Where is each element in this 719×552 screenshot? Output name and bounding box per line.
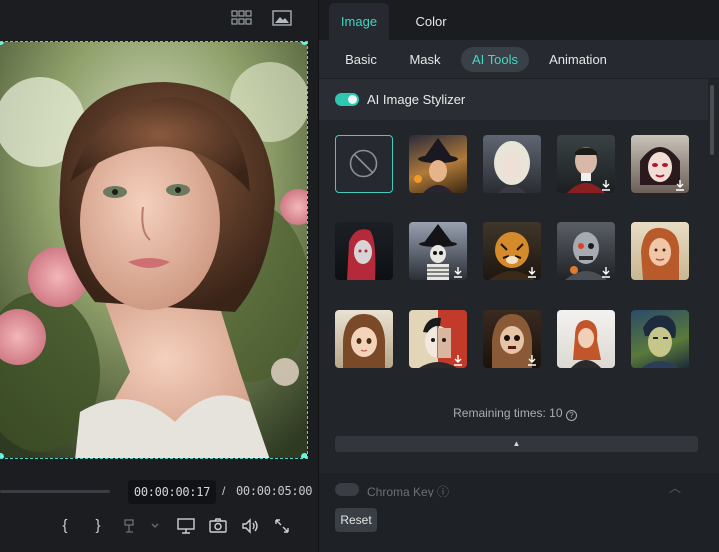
chroma-key-row: Chroma Key ⓘ ︿ bbox=[319, 473, 719, 497]
preview-area: 00:00:00:17 / 00:00:05:00 { } bbox=[0, 0, 318, 552]
no-style-icon bbox=[349, 149, 378, 178]
remaining-label: Remaining times: 10 bbox=[453, 406, 563, 420]
style-watercolor[interactable] bbox=[557, 310, 615, 368]
subtab-basic[interactable]: Basic bbox=[339, 47, 383, 72]
mark-out-button[interactable]: } bbox=[91, 516, 105, 536]
camera-icon[interactable] bbox=[208, 516, 228, 536]
style-van-gogh[interactable] bbox=[631, 310, 689, 368]
download-icon bbox=[676, 180, 684, 191]
style-painted-portrait[interactable] bbox=[631, 222, 689, 280]
collapse-button[interactable]: ▲ bbox=[335, 436, 698, 452]
style-anime-girl[interactable] bbox=[335, 310, 393, 368]
chroma-key-toggle[interactable] bbox=[335, 483, 359, 496]
resize-handle[interactable] bbox=[0, 453, 4, 458]
split-icon[interactable] bbox=[122, 516, 160, 536]
panel-tabs: Image Color bbox=[319, 0, 719, 40]
subtab-mask[interactable]: Mask bbox=[403, 47, 447, 72]
style-doll[interactable] bbox=[483, 310, 541, 368]
timecode-current[interactable]: 00:00:00:17 bbox=[128, 480, 216, 504]
download-icon bbox=[528, 355, 536, 366]
style-red-hair-ghost[interactable] bbox=[335, 222, 393, 280]
preview-toolbar bbox=[0, 0, 318, 38]
app-root: 00:00:00:17 / 00:00:05:00 { } Image Colo… bbox=[0, 0, 719, 552]
stylizer-header: AI Image Stylizer bbox=[319, 79, 708, 120]
style-cyborg[interactable] bbox=[557, 222, 615, 280]
ai-tools-content: AI Image Stylizer Remaining times: 10 ? … bbox=[319, 79, 719, 473]
download-icon bbox=[528, 267, 536, 278]
preview-canvas[interactable] bbox=[0, 41, 308, 459]
subtab-ai-tools[interactable]: AI Tools bbox=[461, 47, 529, 72]
playback-scrubber[interactable] bbox=[0, 490, 110, 493]
chroma-key-label: Chroma Key ⓘ bbox=[367, 485, 450, 497]
mark-in-button[interactable]: { bbox=[58, 516, 72, 536]
image-icon[interactable] bbox=[272, 10, 294, 28]
tab-color[interactable]: Color bbox=[403, 3, 459, 40]
display-icon[interactable] bbox=[176, 516, 196, 536]
timecode-total: 00:00:05:00 bbox=[236, 484, 313, 498]
timecode-separator: / bbox=[222, 484, 226, 498]
subtab-animation[interactable]: Animation bbox=[545, 47, 611, 72]
style-zombie-man[interactable] bbox=[557, 135, 615, 193]
resize-handle[interactable] bbox=[301, 453, 307, 458]
stylizer-label: AI Image Stylizer bbox=[367, 92, 466, 107]
stylizer-toggle[interactable] bbox=[335, 93, 359, 106]
download-icon bbox=[454, 355, 462, 366]
tab-image[interactable]: Image bbox=[329, 3, 389, 40]
preview-photo bbox=[0, 42, 307, 458]
download-icon bbox=[454, 267, 462, 278]
style-pop-art[interactable] bbox=[409, 310, 467, 368]
style-vampire-elf[interactable] bbox=[631, 135, 689, 193]
panel-footer: Reset bbox=[319, 497, 719, 552]
scrollbar[interactable] bbox=[710, 85, 714, 155]
style-none[interactable] bbox=[335, 135, 393, 193]
style-tiger-warrior[interactable] bbox=[483, 222, 541, 280]
chevron-up-icon[interactable]: ︿ bbox=[669, 479, 681, 496]
style-skeleton-witch[interactable] bbox=[409, 222, 467, 280]
style-witch[interactable] bbox=[409, 135, 467, 193]
download-icon bbox=[602, 180, 610, 191]
remaining-times: Remaining times: 10 ? bbox=[319, 406, 711, 421]
panel-subtabs: Basic Mask AI Tools Animation bbox=[319, 40, 719, 78]
help-icon[interactable]: ? bbox=[565, 410, 577, 421]
reset-button[interactable]: Reset bbox=[335, 508, 377, 532]
volume-icon[interactable] bbox=[240, 516, 260, 536]
download-icon bbox=[602, 267, 610, 278]
style-pale-lady[interactable] bbox=[483, 135, 541, 193]
properties-panel: Image Color Basic Mask AI Tools Animatio… bbox=[318, 0, 719, 552]
fullscreen-icon[interactable] bbox=[272, 516, 292, 536]
grid-icon[interactable] bbox=[231, 10, 253, 28]
